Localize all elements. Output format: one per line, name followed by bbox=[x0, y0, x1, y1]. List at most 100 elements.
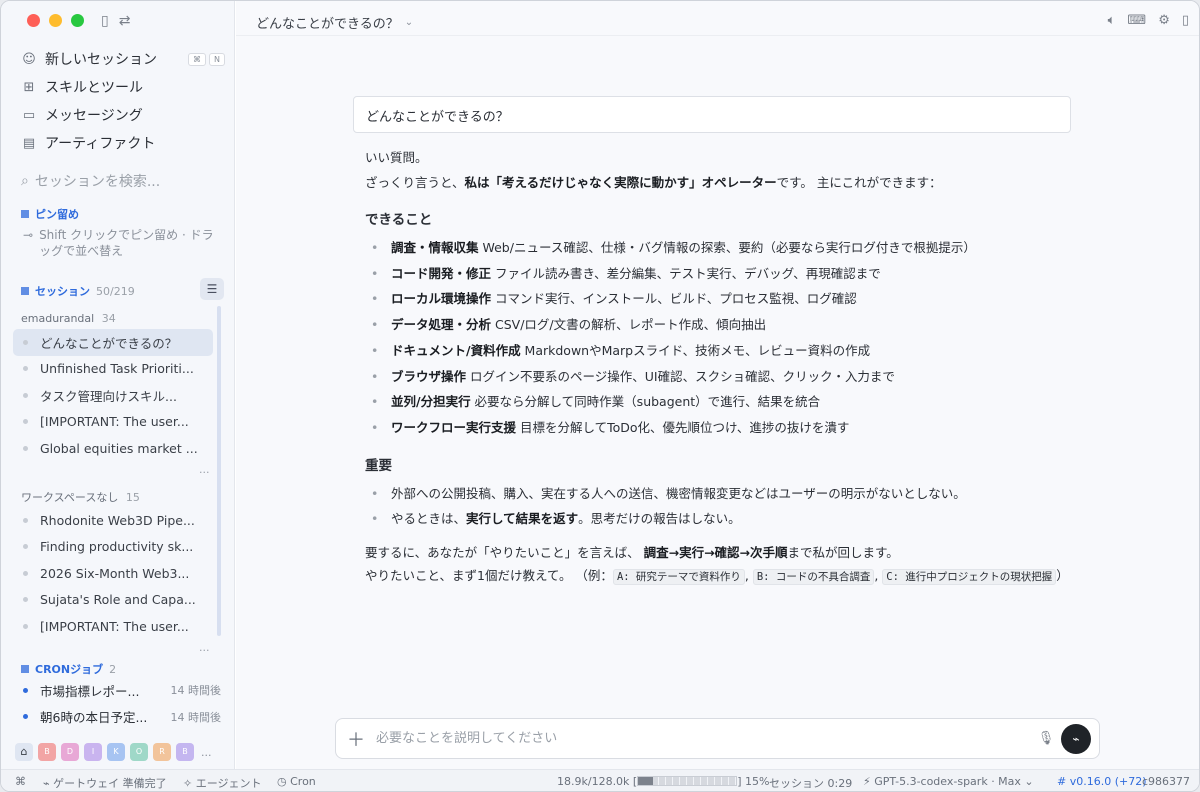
maximize-window-button[interactable] bbox=[71, 14, 84, 27]
group-count: 34 bbox=[101, 312, 116, 325]
text: やるときは、 bbox=[391, 511, 467, 527]
panel-toggle-icon[interactable]: ▯ bbox=[1182, 13, 1189, 28]
minimize-window-button[interactable] bbox=[49, 14, 62, 27]
session-title: Rhodonite Web3D Pipe... bbox=[40, 512, 195, 528]
new-session-button[interactable]: ☺ 新しいセッション ⌘ N bbox=[13, 45, 225, 73]
session-item[interactable]: Unfinished Task Prioriti... bbox=[13, 356, 213, 383]
text: 要するに、あなたが「やりたいこと」を言えば、 bbox=[365, 545, 644, 561]
text: です。 主にこれができます： bbox=[776, 175, 942, 190]
session-title: 2026 Six-Month Web3... bbox=[40, 565, 190, 581]
sessions-header: セッション 50/219 bbox=[21, 283, 135, 299]
sidebar-top-icons: ▯ ⇄ bbox=[101, 13, 130, 29]
microphone-icon[interactable]: 🎙︎ bbox=[1031, 731, 1061, 746]
title-divider bbox=[236, 35, 1199, 36]
item-text: 必要なら分解して同時作業（subagent）で進行、結果を統合 bbox=[470, 394, 821, 410]
search-icon: ⌕ bbox=[21, 173, 29, 189]
status-bar: ⌘ ⌁ ゲートウェイ 準備完了 ✧ エージェント ◷ Cron 18.9k/12… bbox=[1, 769, 1199, 791]
list-item: ドキュメント/資料作成 MarkdownやMarpスライド、技術メモ、レビュー資… bbox=[365, 338, 1085, 364]
more-workspaces-button[interactable]: ... bbox=[201, 746, 212, 759]
session-dot bbox=[23, 445, 28, 451]
session-item[interactable]: タスク管理向けスキル... bbox=[13, 382, 213, 409]
nav-label: 新しいセッション bbox=[45, 52, 157, 68]
session-item[interactable]: Global equities market ... bbox=[13, 435, 213, 462]
chat-icon: ▭ bbox=[22, 107, 36, 123]
session-title-dropdown[interactable]: どんなことができるの？ ⌄ bbox=[256, 13, 413, 32]
session-dot bbox=[23, 623, 28, 629]
group-count: 15 bbox=[125, 491, 140, 504]
shortcut-key: N bbox=[209, 52, 225, 66]
session-item[interactable]: [IMPORTANT: The user... bbox=[13, 409, 213, 436]
pinned-title: ピン留め bbox=[35, 208, 79, 221]
skills-tools-button[interactable]: ⊞ スキルとツール bbox=[13, 73, 225, 101]
sidebar-toggle-icon[interactable]: ▯ bbox=[101, 13, 109, 29]
close-window-button[interactable] bbox=[27, 14, 40, 27]
session-item[interactable]: Rhodonite Web3D Pipe... bbox=[13, 507, 213, 534]
session-dot bbox=[23, 544, 28, 550]
composer: ＋ 🎙︎ ⌁ bbox=[335, 718, 1100, 759]
workspace-chip[interactable]: B bbox=[38, 743, 56, 761]
session-item[interactable]: 2026 Six-Month Web3... bbox=[13, 560, 213, 587]
cron-label: 市場指標レポー... bbox=[40, 683, 140, 699]
cron-dot bbox=[23, 687, 28, 693]
item-title: 調査・情報収集 bbox=[391, 240, 479, 255]
cron-status[interactable]: ◷ Cron bbox=[277, 775, 316, 788]
cron-text: Cron bbox=[290, 775, 316, 788]
send-button[interactable]: ⌁ bbox=[1061, 723, 1091, 754]
artifacts-button[interactable]: ▤ アーティファクト bbox=[13, 129, 225, 157]
nav-label: アーティファクト bbox=[45, 136, 156, 152]
shortcut-key: ⌘ bbox=[188, 52, 207, 66]
workspace-chip[interactable]: K bbox=[107, 743, 125, 761]
session-item[interactable]: Sujata's Role and Capa... bbox=[13, 587, 213, 614]
example-code: C: 進行中プロジェクトの現状把握 bbox=[882, 569, 1057, 586]
session-search[interactable]: ⌕ セッションを検索... bbox=[21, 171, 160, 191]
session-item[interactable]: Finding productivity sk... bbox=[13, 534, 213, 561]
session-item[interactable]: [IMPORTANT: The user... bbox=[13, 613, 213, 640]
cron-item[interactable]: 市場指標レポー... 14 時間後 bbox=[13, 677, 225, 704]
list-item: 外部への公開投稿、購入、実在する人への送信、機密情報変更などはユーザーの明示がな… bbox=[365, 481, 1085, 507]
item-text: ファイル読み書き、差分編集、テスト実行、デバッグ、再現確認まで bbox=[491, 265, 881, 281]
group-name: emadurandal bbox=[21, 312, 95, 325]
cron-section-icon bbox=[21, 665, 29, 673]
pin-section-icon bbox=[21, 210, 29, 218]
item-text: MarkdownやMarpスライド、技術メモ、レビュー資料の作成 bbox=[520, 342, 871, 358]
workspace-chip[interactable]: R bbox=[153, 743, 171, 761]
swap-icon[interactable]: ⇄ bbox=[119, 13, 131, 29]
bold-text: 調査→実行→確認→次手順 bbox=[643, 545, 788, 561]
agent-status[interactable]: ✧ エージェント bbox=[183, 775, 262, 791]
cron-title: CRONジョブ bbox=[35, 663, 104, 676]
session-dot bbox=[23, 570, 28, 576]
bold-text: 私は「考えるだけじゃなく実際に動かす」オペレーター bbox=[464, 175, 777, 190]
item-title: 並列/分担実行 bbox=[391, 394, 471, 410]
workspace-chip[interactable]: I bbox=[84, 743, 102, 761]
sessions-title: セッション bbox=[35, 285, 90, 298]
home-icon[interactable]: ⌂ bbox=[15, 743, 33, 761]
group-label: ワークスペースなし 15 bbox=[21, 489, 140, 505]
settings-shortcut-icon[interactable]: ⌘ bbox=[15, 775, 26, 788]
more-sessions-button[interactable]: ... bbox=[199, 641, 210, 654]
session-item[interactable]: どんなことができるの？ bbox=[13, 329, 213, 356]
add-attachment-button[interactable]: ＋ bbox=[336, 726, 376, 752]
sidebar-scrollbar[interactable] bbox=[217, 306, 221, 636]
messaging-button[interactable]: ▭ メッセージング bbox=[13, 101, 225, 129]
context-progress-fill bbox=[638, 777, 653, 785]
speaker-icon[interactable]: 🔈︎ bbox=[1108, 13, 1116, 28]
message-input[interactable] bbox=[376, 731, 1031, 746]
cron-item[interactable]: 朝6時の本日予定... 14 時間後 bbox=[13, 704, 225, 731]
gateway-status[interactable]: ⌁ ゲートウェイ 準備完了 bbox=[43, 775, 167, 791]
pin-hint: ⊸ Shift クリックでピン留め · ドラッグで並べ替え bbox=[23, 227, 223, 259]
item-title: ブラウザ操作 bbox=[391, 368, 467, 384]
model-selector[interactable]: ⚡ GPT-5.3-codex-spark · Max ⌄ bbox=[863, 775, 1034, 788]
more-sessions-button[interactable]: ... bbox=[199, 463, 210, 476]
workspace-chip[interactable]: O bbox=[130, 743, 148, 761]
token-count: 18.9k/128.0k bbox=[557, 775, 630, 788]
file-icon: ▤ bbox=[22, 135, 36, 151]
list-view-button[interactable]: ☰ bbox=[200, 278, 224, 300]
text: ） bbox=[1056, 568, 1069, 584]
list-item: ローカル環境操作 コマンド実行、インストール、ビルド、プロセス監視、ログ確認 bbox=[365, 286, 1085, 312]
gear-icon[interactable]: ⚙ bbox=[1158, 13, 1170, 28]
workspace-chip[interactable]: D bbox=[61, 743, 79, 761]
nav-label: スキルとツール bbox=[45, 80, 143, 96]
keyboard-icon[interactable]: ⌨ bbox=[1127, 13, 1146, 28]
version-info[interactable]: # v0.16.0 (+72) bbox=[1057, 775, 1147, 788]
workspace-chip[interactable]: B bbox=[176, 743, 194, 761]
